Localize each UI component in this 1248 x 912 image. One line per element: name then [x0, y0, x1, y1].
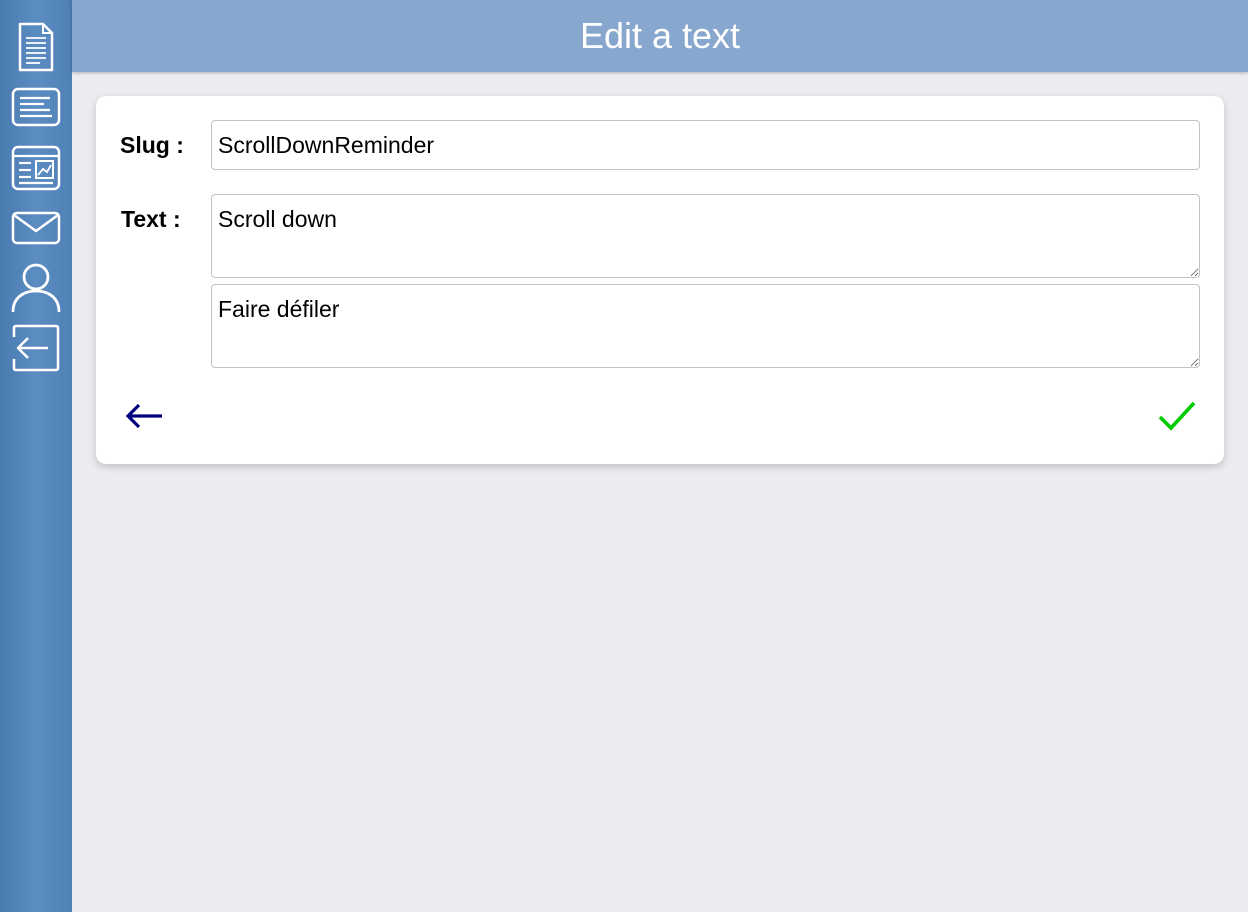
- sidebar-item-documents[interactable]: [10, 21, 62, 73]
- sidebar-item-texts[interactable]: [10, 81, 62, 133]
- sidebar-item-articles[interactable]: [10, 142, 62, 194]
- back-button[interactable]: [122, 398, 166, 434]
- mail-icon: [11, 211, 61, 245]
- text-input-english[interactable]: Scroll down: [211, 194, 1200, 278]
- edit-text-form: Slug : Text : Scroll down Faire défiler: [96, 96, 1224, 464]
- text-lines-icon: [11, 87, 61, 127]
- text-input-french[interactable]: Faire défiler: [211, 284, 1200, 368]
- sidebar: [0, 0, 72, 912]
- user-icon: [11, 263, 61, 313]
- page-title: Edit a text: [579, 15, 741, 56]
- sidebar-item-mail[interactable]: [10, 202, 62, 254]
- arrow-left-icon: [125, 403, 162, 429]
- slug-input[interactable]: [211, 120, 1200, 170]
- sidebar-item-logout[interactable]: [10, 322, 62, 374]
- header-bar: Edit a text: [72, 0, 1248, 72]
- logout-icon: [12, 324, 60, 372]
- checkmark-icon: [1158, 401, 1196, 431]
- slug-label: Slug :: [120, 132, 184, 158]
- document-icon: [18, 22, 54, 72]
- sidebar-item-account[interactable]: [10, 262, 62, 314]
- confirm-button[interactable]: [1154, 396, 1200, 436]
- article-icon: [11, 145, 61, 191]
- text-label: Text :: [121, 206, 181, 232]
